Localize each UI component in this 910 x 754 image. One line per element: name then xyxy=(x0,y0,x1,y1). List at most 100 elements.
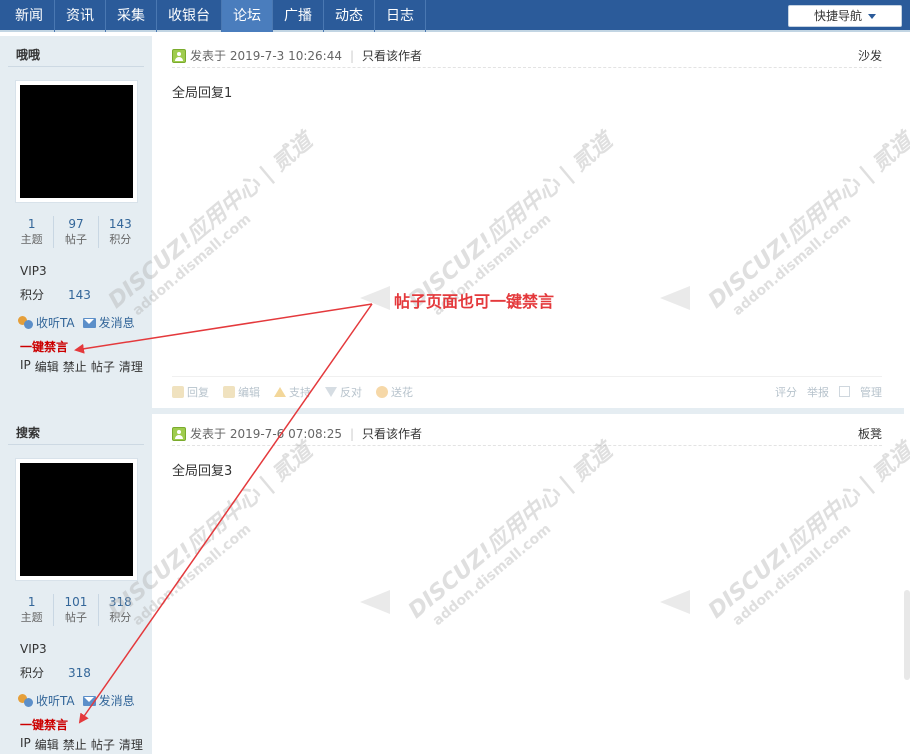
mod-link-ban[interactable]: 禁止 xyxy=(63,736,87,753)
author-actions: 收听TA 发消息 xyxy=(18,692,135,709)
mod-link-posts[interactable]: 帖子 xyxy=(91,736,115,753)
mod-link-edit[interactable]: 编辑 xyxy=(35,358,59,375)
floor-label[interactable]: 沙发 xyxy=(858,47,882,64)
flower-button[interactable]: 送花 xyxy=(376,384,413,400)
separator: | xyxy=(350,426,355,441)
nav-item-info[interactable]: 资讯 xyxy=(55,0,106,32)
nav-item-broadcast[interactable]: 广播 xyxy=(273,0,324,32)
post-header: 发表于 2019-7-3 10:26:44 | 只看该作者 沙发 xyxy=(172,44,882,68)
post-time: 发表于 2019-7-6 07:08:25 xyxy=(190,427,342,441)
annotation-text: 帖子页面也可一键禁言 xyxy=(394,292,555,311)
mod-links: IP 编辑 禁止 帖子 清理 xyxy=(20,358,143,375)
stat-value: 1 xyxy=(27,595,36,609)
support-button[interactable]: 支持 xyxy=(274,384,311,400)
author-sidebar: 哦哦 1 主题 97 帖子 143 积分 VIP3 积分 143 收听TA 发消息… xyxy=(0,36,152,408)
author-actions: 收听TA 发消息 xyxy=(18,314,135,331)
divider xyxy=(8,444,144,445)
message-button[interactable]: 发消息 xyxy=(82,692,135,709)
scrollbar[interactable] xyxy=(904,590,910,680)
nav-items: 新闻 资讯 采集 收银台 论坛 广播 动态 日志 xyxy=(4,0,426,32)
avatar[interactable] xyxy=(15,458,138,581)
report-link[interactable]: 举报 xyxy=(807,384,829,400)
top-nav: 新闻 资讯 采集 收银台 论坛 广播 动态 日志 快捷导航 xyxy=(0,0,910,32)
author-name[interactable]: 哦哦 xyxy=(16,46,40,63)
mod-link-posts[interactable]: 帖子 xyxy=(91,358,115,375)
mod-link-edit[interactable]: 编辑 xyxy=(35,736,59,753)
post-time: 发表于 2019-7-3 10:26:44 xyxy=(190,49,342,63)
message-label: 发消息 xyxy=(98,694,135,708)
only-author-link[interactable]: 只看该作者 xyxy=(362,47,422,64)
user-level: VIP3 xyxy=(20,642,47,656)
mod-link-ip[interactable]: IP xyxy=(20,358,31,375)
follow-button[interactable]: 收听TA xyxy=(18,314,75,331)
credit-label: 积分 xyxy=(20,288,45,302)
avatar-image xyxy=(20,463,133,576)
footer-right: 评分 举报 管理 xyxy=(775,384,882,400)
author-stats: 1 主题 97 帖子 143 积分 xyxy=(10,216,142,248)
avatar-image xyxy=(20,85,133,198)
post-content: 全局回复1 xyxy=(172,86,233,101)
nav-item-forum[interactable]: 论坛 xyxy=(222,0,273,32)
stat-label: 主题 xyxy=(20,611,43,624)
online-user-icon xyxy=(172,48,186,63)
pencil-icon xyxy=(223,385,235,398)
stat-posts[interactable]: 101 帖子 xyxy=(54,594,99,626)
mod-link-ip[interactable]: IP xyxy=(20,736,31,753)
stat-credits[interactable]: 318 积分 xyxy=(99,594,142,626)
oppose-button[interactable]: 反对 xyxy=(325,384,362,400)
mod-link-clean[interactable]: 清理 xyxy=(119,358,143,375)
manage-checkbox[interactable] xyxy=(839,386,850,397)
stat-credits[interactable]: 143 积分 xyxy=(99,216,142,248)
stat-threads[interactable]: 1 主题 xyxy=(10,594,55,626)
stat-posts[interactable]: 97 帖子 xyxy=(54,216,99,248)
ban-button[interactable]: 一键禁言 xyxy=(20,338,68,355)
oppose-label: 反对 xyxy=(340,385,362,399)
stat-value: 1 xyxy=(27,217,36,231)
flower-icon xyxy=(376,385,388,398)
message-label: 发消息 xyxy=(98,316,135,330)
stat-label: 积分 xyxy=(109,611,132,624)
nav-item-blog[interactable]: 日志 xyxy=(375,0,426,32)
author-name[interactable]: 搜索 xyxy=(16,424,40,441)
edit-button[interactable]: 编辑 xyxy=(223,384,260,400)
support-label: 支持 xyxy=(289,385,311,399)
stat-label: 帖子 xyxy=(64,611,87,624)
nav-item-feed[interactable]: 动态 xyxy=(324,0,375,32)
edit-label: 编辑 xyxy=(238,385,260,399)
stat-value: 143 xyxy=(108,217,132,231)
thumb-down-icon xyxy=(325,386,337,397)
mod-link-clean[interactable]: 清理 xyxy=(119,736,143,753)
divider xyxy=(8,66,144,67)
follow-label: 收听TA xyxy=(36,694,75,708)
quick-nav-button[interactable]: 快捷导航 xyxy=(788,5,902,27)
nav-item-news[interactable]: 新闻 xyxy=(4,0,55,32)
nav-item-collect[interactable]: 采集 xyxy=(106,0,157,32)
only-author-link[interactable]: 只看该作者 xyxy=(362,425,422,442)
stat-label: 帖子 xyxy=(64,233,87,246)
credit-row: 积分 143 xyxy=(20,286,91,303)
stat-threads[interactable]: 1 主题 xyxy=(10,216,55,248)
follow-button[interactable]: 收听TA xyxy=(18,692,75,709)
floor-label[interactable]: 板凳 xyxy=(858,425,882,442)
follow-label: 收听TA xyxy=(36,316,75,330)
credit-value: 318 xyxy=(68,666,91,680)
reply-button[interactable]: 回复 xyxy=(172,384,209,400)
avatar[interactable] xyxy=(15,80,138,203)
nav-item-cashier[interactable]: 收银台 xyxy=(157,0,222,32)
post-content: 全局回复3 xyxy=(172,464,233,479)
mod-links: IP 编辑 禁止 帖子 清理 xyxy=(20,736,143,753)
post-2: 搜索 1 主题 101 帖子 318 积分 VIP3 积分 318 收听TA 发消… xyxy=(0,414,904,754)
ban-button[interactable]: 一键禁言 xyxy=(20,716,68,733)
credit-row: 积分 318 xyxy=(20,664,91,681)
thumb-up-icon xyxy=(274,386,286,397)
chevron-down-icon xyxy=(868,14,876,19)
stat-label: 积分 xyxy=(109,233,132,246)
message-button[interactable]: 发消息 xyxy=(82,314,135,331)
stat-label: 主题 xyxy=(20,233,43,246)
reply-label: 回复 xyxy=(187,385,209,399)
stat-value: 97 xyxy=(68,217,84,231)
reply-icon xyxy=(172,385,184,398)
rate-link[interactable]: 评分 xyxy=(775,384,797,400)
mod-link-ban[interactable]: 禁止 xyxy=(63,358,87,375)
credit-label: 积分 xyxy=(20,666,45,680)
